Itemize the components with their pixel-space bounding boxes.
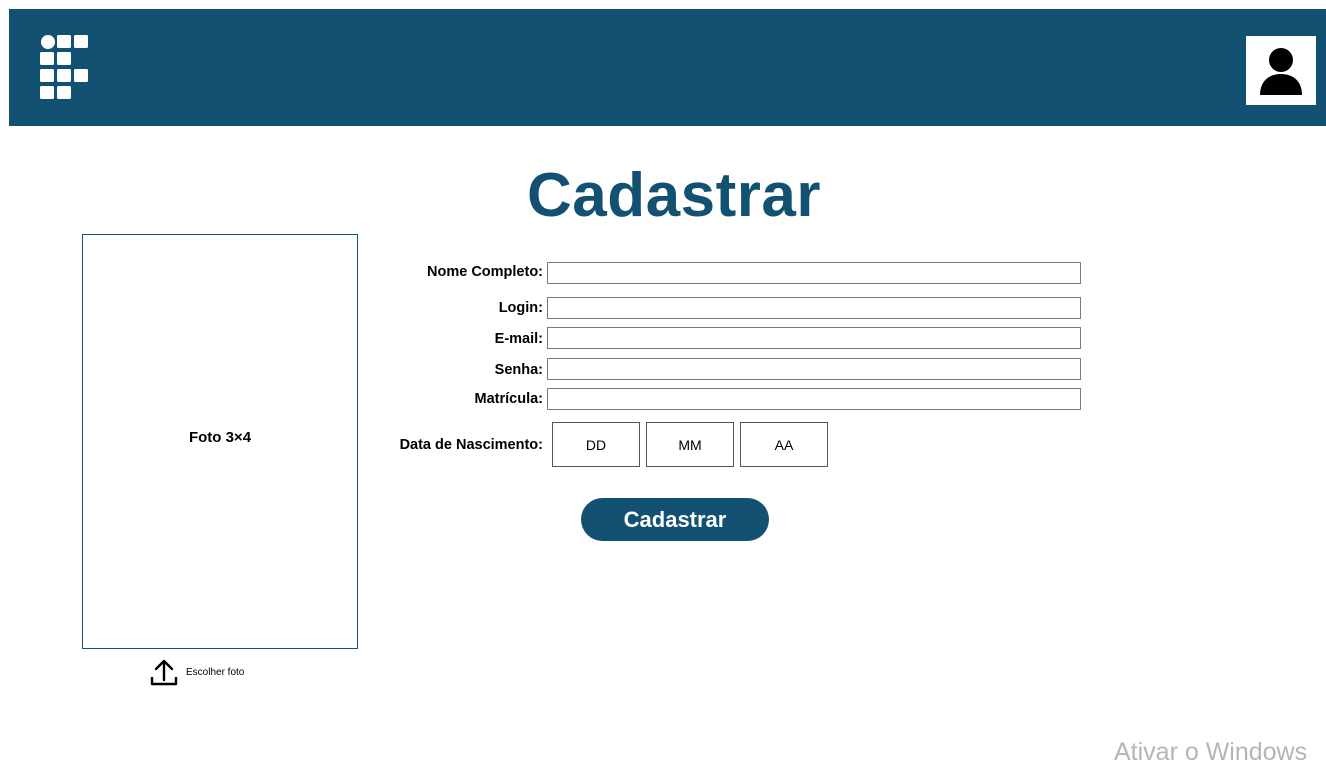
birth-day-input[interactable]: DD — [552, 422, 640, 467]
enrollment-label: Matrícula: — [474, 391, 544, 407]
full-name-label: Nome Completo: — [427, 264, 543, 280]
email-label: E-mail: — [494, 331, 543, 347]
register-button[interactable]: Cadastrar — [581, 498, 769, 541]
windows-activation-watermark: Ativar o Windows — [1114, 738, 1308, 766]
choose-photo-button[interactable]: Escolher foto — [150, 658, 244, 686]
photo-label: Foto 3×4 — [188, 429, 252, 446]
password-label: Senha: — [494, 362, 543, 378]
password-input[interactable] — [547, 358, 1081, 380]
upload-icon — [150, 659, 178, 686]
choose-photo-label: Escolher foto — [186, 666, 245, 678]
institution-logo-icon — [40, 35, 88, 99]
photo-placeholder[interactable]: Foto 3×4 — [82, 234, 358, 649]
birth-month-input[interactable]: MM — [646, 422, 734, 467]
page-title: Cadastrar — [527, 161, 821, 230]
user-avatar-icon — [1260, 47, 1302, 95]
full-name-input[interactable] — [547, 262, 1081, 284]
login-label: Login: — [498, 300, 543, 316]
login-input[interactable] — [547, 297, 1081, 319]
user-avatar-button[interactable] — [1246, 36, 1316, 105]
birth-year-input[interactable]: AA — [740, 422, 828, 467]
email-input[interactable] — [547, 327, 1081, 349]
top-header — [9, 9, 1326, 126]
birth-date-label: Data de Nascimento: — [399, 437, 543, 453]
enrollment-input[interactable] — [547, 388, 1081, 410]
